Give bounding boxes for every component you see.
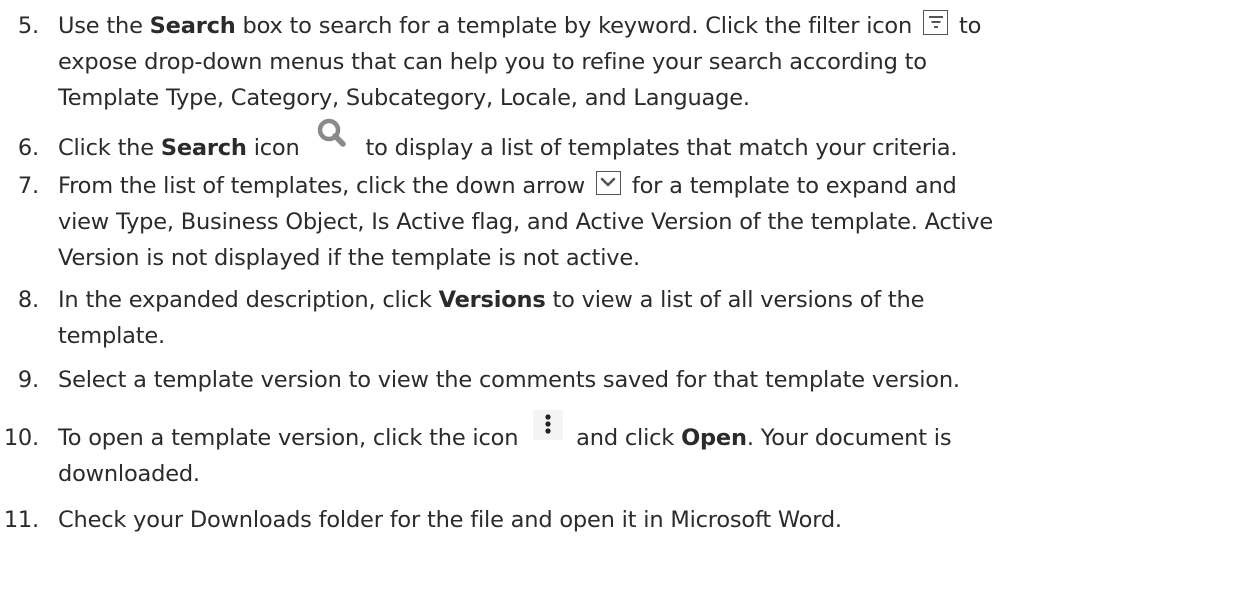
step-9-line-1: Select a template version to view the co… <box>58 367 960 393</box>
step-number: 11. <box>3 507 39 533</box>
step-10: 10. To open a template version, click th… <box>0 409 1237 492</box>
search-term: Search <box>160 135 247 161</box>
step-5-line-3: Template Type, Category, Subcategory, Lo… <box>58 85 750 111</box>
step-7-line-1: From the list of templates, click the do… <box>58 168 957 204</box>
step-number: 6. <box>17 135 39 161</box>
step-number: 8. <box>17 287 39 313</box>
step-8-line-2: template. <box>58 323 165 349</box>
filter-icon <box>923 10 949 35</box>
step-5: 5. Use the Search box to search for a te… <box>0 8 1237 116</box>
step-10-line-1: To open a template version, click the ic… <box>58 409 952 456</box>
versions-term: Versions <box>438 287 546 313</box>
step-number: 10. <box>3 425 39 451</box>
step-number: 7. <box>17 173 39 199</box>
step-number: 5. <box>17 13 39 39</box>
step-7: 7. From the list of templates, click the… <box>0 168 1237 276</box>
step-8: 8. In the expanded description, click Ve… <box>0 282 1237 354</box>
step-7-line-2: view Type, Business Object, Is Active fl… <box>58 209 994 235</box>
step-number: 9. <box>17 367 39 393</box>
instruction-steps: 5. Use the Search box to search for a te… <box>0 0 1237 603</box>
step-5-line-1: Use the Search box to search for a templ… <box>58 8 981 44</box>
step-6-line-1: Click the Search icon to display a list … <box>58 118 958 166</box>
step-6: 6. Click the Search icon to display a li… <box>0 118 1237 166</box>
step-5-line-2: expose drop-down menus that can help you… <box>58 49 927 75</box>
search-icon <box>315 118 353 148</box>
step-8-line-1: In the expanded description, click Versi… <box>58 287 925 313</box>
step-7-line-3: Version is not displayed if the template… <box>58 245 640 271</box>
open-term: Open <box>681 425 747 451</box>
step-10-line-2: downloaded. <box>58 461 200 487</box>
more-vertical-icon <box>533 409 564 440</box>
chevron-down-icon <box>595 170 621 195</box>
search-term: Search <box>149 13 236 39</box>
step-9: 9. Select a template version to view the… <box>0 362 1237 398</box>
step-11-line-1: Check your Downloads folder for the file… <box>58 507 842 533</box>
step-11: 11. Check your Downloads folder for the … <box>0 502 1237 538</box>
